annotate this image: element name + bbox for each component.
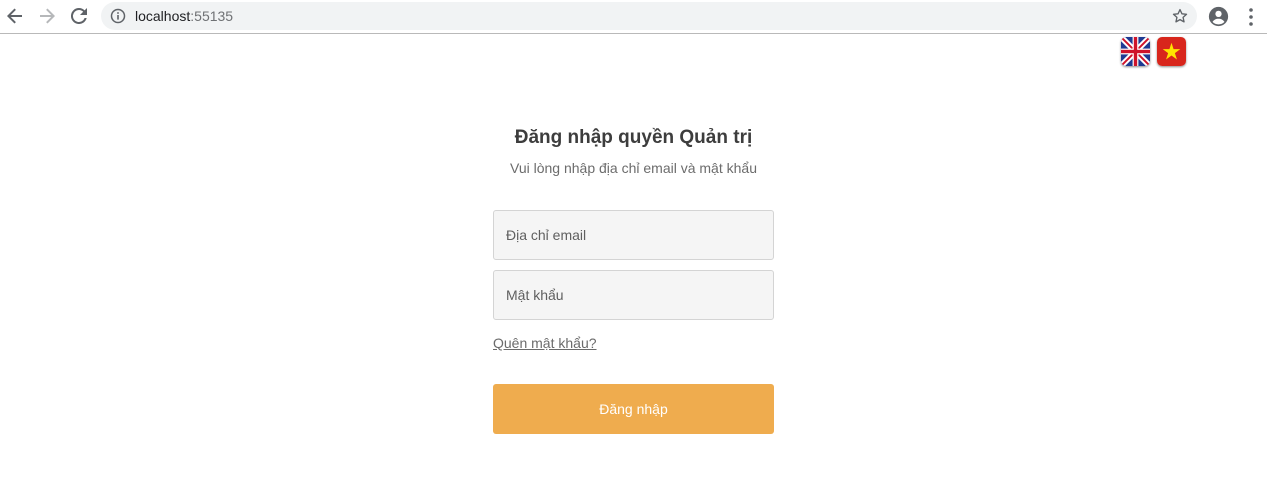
url-text: localhost:55135 (135, 8, 233, 24)
url-host: localhost (135, 8, 191, 24)
forgot-password-link[interactable]: Quên mật khẩu? (493, 335, 597, 351)
uk-flag-icon (1121, 37, 1150, 66)
reload-icon (71, 8, 87, 24)
login-subtitle: Vui lòng nhập địa chỉ email và mật khẩu (510, 160, 757, 176)
browser-toolbar: localhost:55135 (0, 0, 1267, 34)
forward-button[interactable] (36, 5, 58, 27)
reload-button[interactable] (68, 5, 90, 27)
login-button[interactable]: Đăng nhập (493, 384, 774, 434)
password-input[interactable] (493, 270, 774, 320)
login-title: Đăng nhập quyền Quản trị (514, 127, 753, 148)
arrow-right-icon (40, 8, 55, 24)
vietnam-flag-icon (1157, 37, 1186, 66)
account-circle-icon[interactable] (1208, 6, 1229, 27)
language-english-button[interactable] (1121, 37, 1150, 66)
info-icon[interactable] (110, 8, 126, 24)
email-input[interactable] (493, 210, 774, 260)
arrow-left-icon (7, 8, 22, 24)
more-vert-icon[interactable] (1242, 7, 1260, 27)
back-button[interactable] (4, 5, 26, 27)
language-vietnamese-button[interactable] (1157, 37, 1186, 66)
address-bar[interactable]: localhost:55135 (101, 2, 1197, 30)
star-icon[interactable] (1171, 7, 1189, 25)
url-port: :55135 (190, 8, 234, 24)
